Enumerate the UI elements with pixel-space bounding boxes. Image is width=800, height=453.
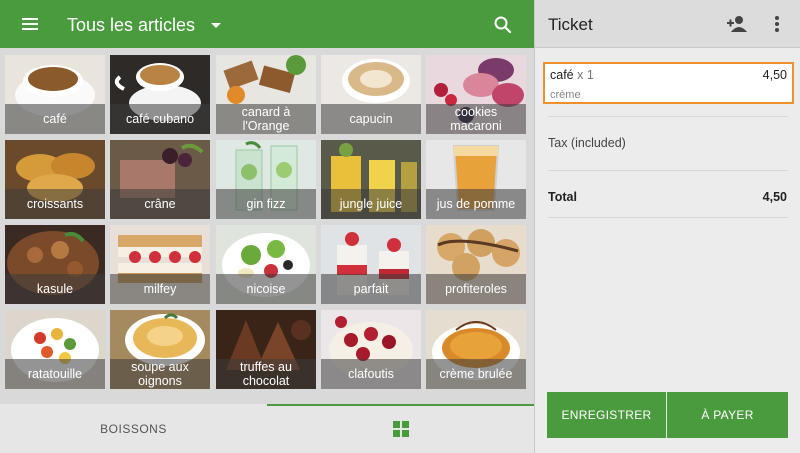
divider <box>548 170 788 171</box>
items-grid: café café cubano canard à l'Orange capuc… <box>5 55 529 395</box>
item-tile[interactable]: crème brulée <box>426 310 526 389</box>
item-label: parfait <box>321 274 421 304</box>
item-label: gin fizz <box>216 189 316 219</box>
item-tile[interactable]: jungle juice <box>321 140 421 219</box>
item-tile[interactable]: jus de pomme <box>426 140 526 219</box>
item-label: milfey <box>110 274 210 304</box>
tab-boissons[interactable]: BOISSONS <box>0 404 267 453</box>
item-tile[interactable]: café cubano <box>110 55 210 134</box>
pos-app: Tous les articles café café cubano canar… <box>0 0 800 453</box>
item-tile[interactable]: profiteroles <box>426 225 526 304</box>
chevron-down-icon <box>211 22 222 28</box>
item-tile[interactable]: truffes au chocolat <box>216 310 316 389</box>
item-label: soupe aux oignons <box>110 359 210 389</box>
item-label: truffes au chocolat <box>216 359 316 389</box>
item-label: profiteroles <box>426 274 526 304</box>
item-tile[interactable]: crâne <box>110 140 210 219</box>
item-label: jus de pomme <box>426 189 526 219</box>
ticket-line-item[interactable]: café x 1 4,50 crème <box>543 62 794 104</box>
page-title: Tous les articles <box>67 14 196 35</box>
pay-button[interactable]: À PAYER <box>667 392 788 438</box>
item-label: crâne <box>110 189 210 219</box>
line-item-qty: x 1 <box>577 68 594 82</box>
line-item-name: café <box>550 68 574 82</box>
item-label: nicoise <box>216 274 316 304</box>
search-icon[interactable] <box>493 15 513 35</box>
item-tile[interactable]: milfey <box>110 225 210 304</box>
item-label: kasule <box>5 274 105 304</box>
grid-icon <box>392 420 409 437</box>
item-label: café <box>5 104 105 134</box>
tax-label: Tax (included) <box>548 136 626 150</box>
add-customer-icon[interactable] <box>726 14 748 34</box>
ticket-header: Ticket <box>535 0 800 48</box>
category-selector[interactable]: Tous les articles <box>67 12 222 38</box>
bottom-tab-bar: BOISSONS <box>0 404 534 453</box>
item-label: croissants <box>5 189 105 219</box>
ticket-pane: Ticket café x 1 4,50 crème Tax (included… <box>534 0 800 453</box>
item-tile[interactable]: canard à l'Orange <box>216 55 316 134</box>
tab-all-items-grid[interactable] <box>267 404 534 453</box>
items-pane: Tous les articles café café cubano canar… <box>0 0 534 453</box>
item-tile[interactable]: capucin <box>321 55 421 134</box>
item-tile[interactable]: parfait <box>321 225 421 304</box>
divider <box>548 116 788 117</box>
item-label: jungle juice <box>321 189 421 219</box>
item-tile[interactable]: nicoise <box>216 225 316 304</box>
item-tile[interactable]: kasule <box>5 225 105 304</box>
item-tile[interactable]: croissants <box>5 140 105 219</box>
item-label: capucin <box>321 104 421 134</box>
item-label: cookies macaroni <box>426 104 526 134</box>
item-label: canard à l'Orange <box>216 104 316 134</box>
divider <box>548 217 788 218</box>
item-tile[interactable]: gin fizz <box>216 140 316 219</box>
item-tile[interactable]: cookies macaroni <box>426 55 526 134</box>
item-label: ratatouille <box>5 359 105 389</box>
item-tile[interactable]: soupe aux oignons <box>110 310 210 389</box>
item-tile[interactable]: ratatouille <box>5 310 105 389</box>
item-label: clafoutis <box>321 359 421 389</box>
total-label: Total <box>548 190 577 204</box>
line-item-name-wrap: café x 1 <box>550 68 594 82</box>
item-tile[interactable]: café <box>5 55 105 134</box>
item-label: crème brulée <box>426 359 526 389</box>
hamburger-menu-icon[interactable] <box>19 15 41 33</box>
ticket-title: Ticket <box>548 15 593 34</box>
save-button[interactable]: ENREGISTRER <box>547 392 666 438</box>
line-item-modifier: crème <box>550 89 581 101</box>
top-app-bar: Tous les articles <box>0 0 534 48</box>
more-vert-icon[interactable] <box>773 15 781 33</box>
total-value: 4,50 <box>762 190 787 204</box>
item-tile[interactable]: clafoutis <box>321 310 421 389</box>
line-item-price: 4,50 <box>762 68 787 82</box>
item-label: café cubano <box>110 104 210 134</box>
